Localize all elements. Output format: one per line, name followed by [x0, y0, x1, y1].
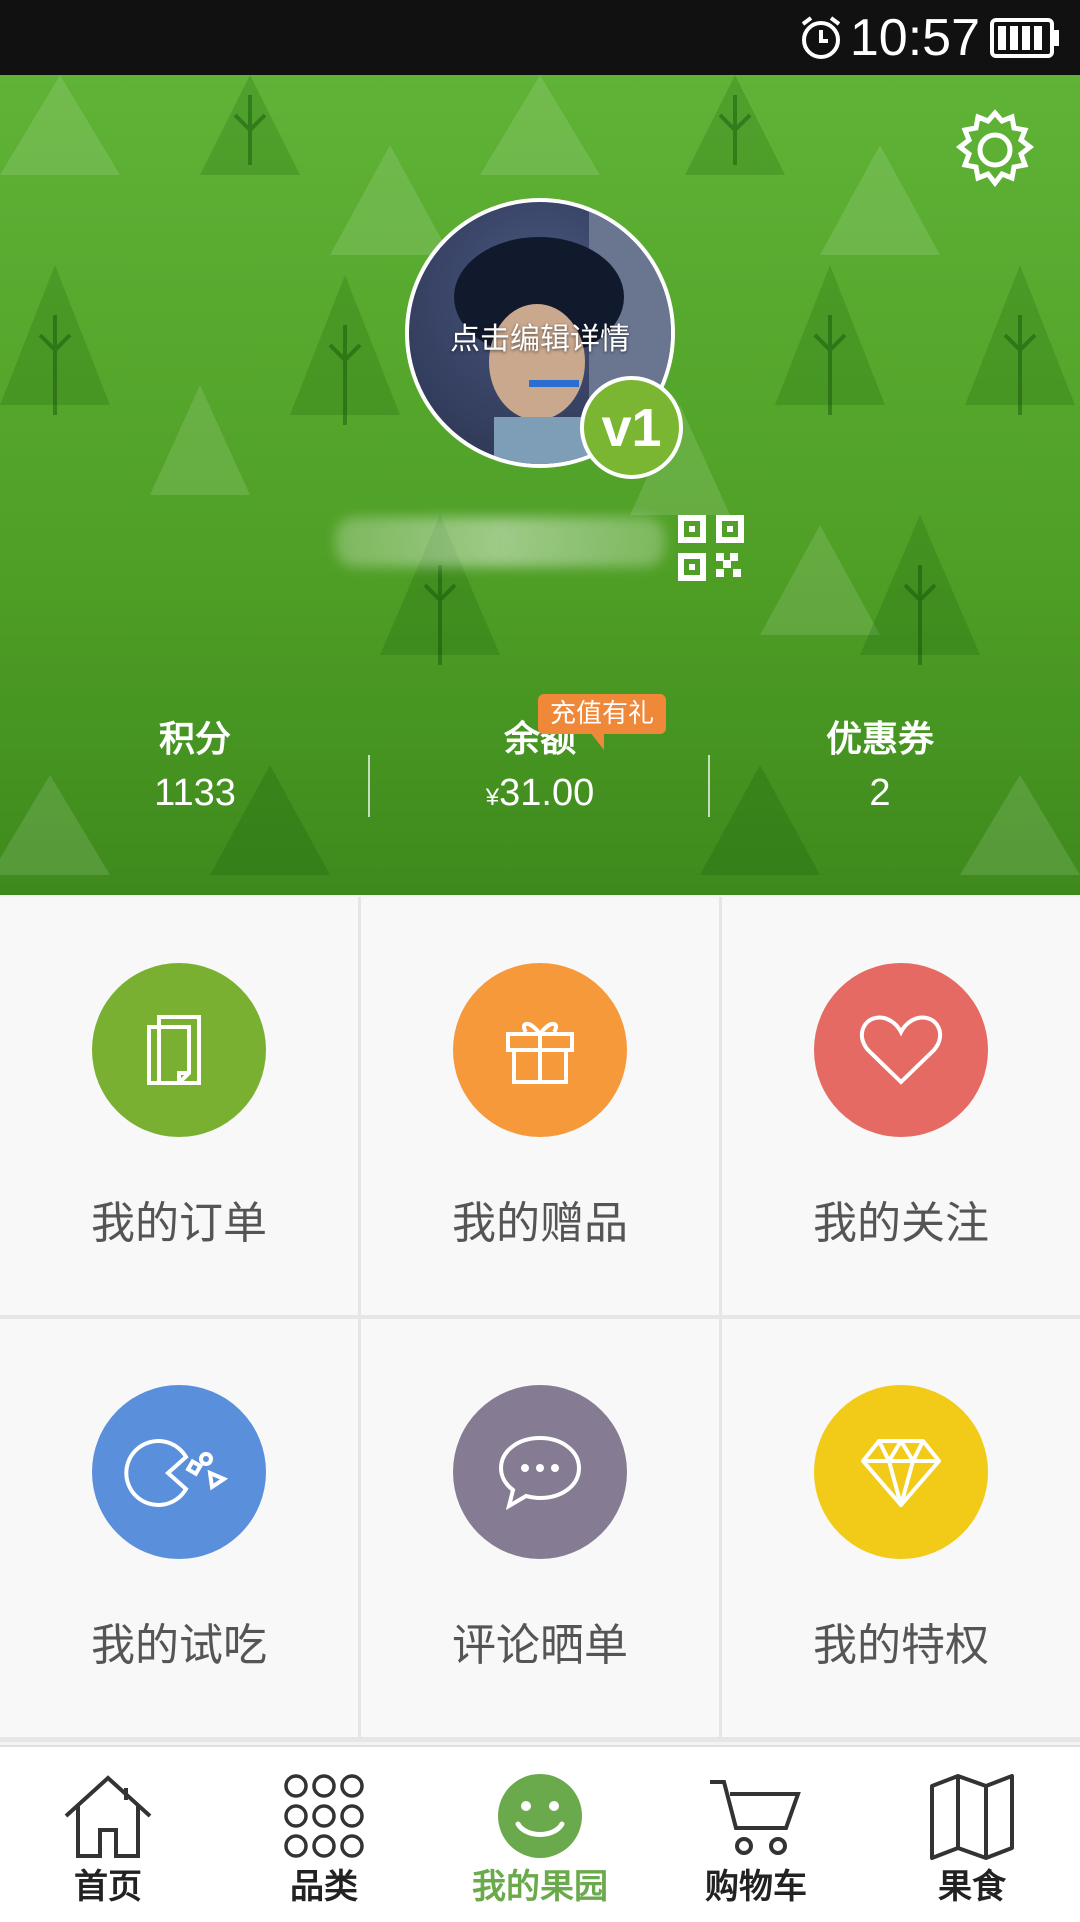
my-tastings-button[interactable]: 我的试吃 [0, 1319, 358, 1737]
my-gifts-button[interactable]: 我的赠品 [361, 897, 719, 1315]
cell-label: 我的赠品 [452, 1198, 628, 1249]
coupons-value: 2 [869, 772, 891, 814]
my-privileges-button[interactable]: 我的特权 [722, 1319, 1080, 1737]
map-icon [930, 1774, 1014, 1860]
stats-row: 积分 1133 余额 ¥31.00 优惠券 2 [0, 715, 1080, 855]
feature-grid: 我的订单 我的赠品 我的关注 我的试吃 评论晒单 我的特权 [0, 897, 1080, 1742]
cell-label: 评论晒单 [452, 1620, 628, 1671]
nav-categories[interactable]: 品类 [216, 1747, 432, 1922]
nav-label: 品类 [290, 1867, 358, 1907]
my-follows-button[interactable]: 我的关注 [722, 897, 1080, 1315]
stats-divider [368, 755, 370, 817]
stat-coupons[interactable]: 优惠券 2 [710, 715, 1050, 821]
chat-bubble-icon [498, 1435, 582, 1511]
tasting-icon [124, 1439, 229, 1507]
battery-icon [990, 18, 1059, 58]
stat-points[interactable]: 积分 1133 [25, 715, 365, 821]
home-icon [64, 1775, 152, 1858]
points-value: 1133 [154, 772, 236, 814]
status-bar: 10:57 [0, 0, 1080, 75]
coupons-label: 优惠券 [825, 719, 934, 760]
my-orders-button[interactable]: 我的订单 [0, 897, 358, 1315]
nav-label: 首页 [74, 1867, 142, 1907]
cell-label: 我的关注 [813, 1198, 989, 1249]
recharge-promo-badge[interactable]: 充值有礼 [538, 694, 667, 750]
settings-gear-icon[interactable] [950, 105, 1040, 195]
cell-label: 我的订单 [91, 1198, 267, 1249]
nav-label: 果食 [938, 1867, 1006, 1907]
points-label: 积分 [158, 719, 231, 760]
gift-icon [506, 1022, 574, 1084]
cart-icon [710, 1780, 801, 1855]
status-time: 10:57 [849, 9, 980, 67]
icon-circle [92, 963, 266, 1137]
currency-symbol: ¥ [485, 784, 500, 811]
nav-label: 购物车 [705, 1867, 807, 1907]
heart-icon [860, 1015, 942, 1085]
icon-circle [453, 963, 627, 1137]
username-blurred [335, 517, 665, 567]
stats-divider [708, 755, 710, 817]
icon-circle [92, 1385, 266, 1559]
icon-circle [814, 963, 988, 1137]
grid-dots-icon [284, 1774, 364, 1858]
icon-circle [453, 1385, 627, 1559]
nav-label: 我的果园 [472, 1867, 608, 1907]
bottom-navigation: 首页 品类 我的果园 购物车 果食 [0, 1745, 1080, 1922]
profile-header: 点击编辑详情 v1 积分 1133 余额 ¥31.00 优惠券 2 充值有礼 [0, 75, 1080, 895]
edit-profile-hint: 点击编辑详情 [450, 322, 630, 357]
nav-home[interactable]: 首页 [0, 1747, 216, 1922]
avatar-container[interactable]: 点击编辑详情 v1 [405, 198, 683, 479]
balance-amount: 31.00 [499, 772, 595, 814]
icon-circle [814, 1385, 988, 1559]
qr-code-icon[interactable] [678, 515, 744, 581]
reviews-button[interactable]: 评论晒单 [361, 1319, 719, 1737]
cell-label: 我的试吃 [91, 1620, 267, 1671]
diamond-icon [861, 1439, 941, 1507]
balance-value: ¥31.00 [370, 765, 710, 826]
alarm-icon [801, 16, 841, 59]
smiley-icon [498, 1774, 582, 1858]
cell-label: 我的特权 [813, 1620, 989, 1671]
nav-cart[interactable]: 购物车 [648, 1747, 864, 1922]
nav-fruit-food[interactable]: 果食 [864, 1747, 1080, 1922]
documents-icon [147, 1015, 201, 1085]
level-badge: v1 [580, 376, 683, 479]
nav-my-orchard[interactable]: 我的果园 [432, 1747, 648, 1922]
